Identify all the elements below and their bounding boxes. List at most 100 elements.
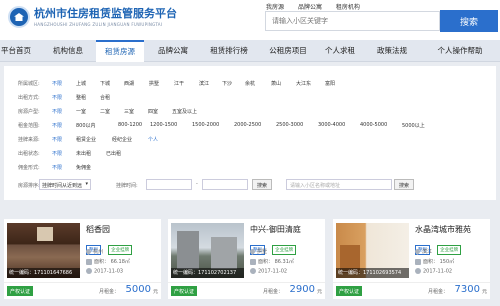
- clock-icon: [86, 268, 92, 274]
- filter-option[interactable]: 五室及以上: [172, 108, 197, 115]
- area-icon: [250, 258, 256, 265]
- listing-footer: 产权认证 月租金： 7300 元: [333, 282, 490, 299]
- listing-card[interactable]: 统一编码：171101647686 稻香园 整租 企业挂牌 杭州 面积： 66.…: [4, 219, 161, 299]
- filter-option[interactable]: 未出租: [76, 150, 91, 157]
- time-search-button[interactable]: 搜索: [252, 179, 273, 190]
- nav-item-policies[interactable]: 政策法规: [370, 40, 414, 62]
- area-icon: [86, 258, 92, 265]
- filter-option[interactable]: 租赁企业: [76, 136, 96, 143]
- filter-option[interactable]: 萧山: [271, 80, 281, 87]
- listing-area: 面积： 66.18㎡: [86, 258, 130, 265]
- filter-option[interactable]: 下沙: [222, 80, 232, 87]
- community-search-input[interactable]: [265, 11, 440, 31]
- filter-option[interactable]: 整租: [76, 94, 86, 101]
- filter-option[interactable]: 不限: [52, 122, 62, 129]
- filter-option[interactable]: 不限: [52, 164, 62, 171]
- keyword-input[interactable]: 请输入小区名称或地址: [286, 179, 392, 190]
- filter-option[interactable]: 滨江: [199, 80, 209, 87]
- listing-card[interactable]: 统一编码：171102693574 水晶湾城市雅苑 整租 企业挂牌 滨江 面积：…: [333, 219, 490, 299]
- listing-footer: 产权认证 月租金： 5000 元: [4, 282, 161, 299]
- top-link-agencies[interactable]: 租房机构: [336, 4, 360, 11]
- start-date-input[interactable]: [146, 179, 192, 190]
- filter-option[interactable]: 2500-3000: [276, 122, 303, 128]
- filter-option[interactable]: 不限: [52, 136, 62, 143]
- date-range-dash: -: [196, 181, 198, 187]
- listing-title[interactable]: 水晶湾城市雅苑: [415, 224, 471, 235]
- filter-label: 出租状态:: [18, 151, 40, 157]
- filter-option[interactable]: 余杭: [245, 80, 255, 87]
- filter-option[interactable]: 2000-2500: [234, 122, 261, 128]
- filter-option[interactable]: 免佣金: [76, 164, 91, 171]
- nav-item-personal-request[interactable]: 个人求租: [318, 40, 362, 62]
- area-text: 面积： 150㎡: [423, 259, 455, 265]
- filter-option[interactable]: 5000以上: [402, 122, 425, 129]
- nav-item-help[interactable]: 个人操作帮助: [420, 40, 500, 62]
- filter-option[interactable]: 800-1200: [118, 122, 142, 128]
- chevron-down-icon: ▾: [85, 181, 88, 187]
- search-button[interactable]: 搜索: [440, 10, 498, 32]
- listing-title[interactable]: 中兴-御田清庭: [250, 224, 301, 235]
- sort-label: 房源排序:: [18, 183, 40, 189]
- nav-item-brand-apartments[interactable]: 品牌公寓: [150, 40, 196, 62]
- filter-option[interactable]: 上城: [76, 80, 86, 87]
- house-logo-icon[interactable]: [8, 6, 30, 28]
- sort-row: 房源排序: 挂牌时间从近到远 ▾ 挂牌时间: - 搜索 请输入小区名称或地址 搜…: [4, 177, 496, 193]
- nav-item-public-housing[interactable]: 公租房项目: [262, 40, 314, 62]
- location-icon: [84, 247, 93, 256]
- filter-option[interactable]: 富阳: [325, 80, 335, 87]
- filter-option[interactable]: 江干: [174, 80, 184, 87]
- filter-option[interactable]: 3000-4000: [318, 122, 345, 128]
- filter-option[interactable]: 已出租: [106, 150, 121, 157]
- filter-option[interactable]: 西湖: [124, 80, 134, 87]
- listing-price: 5000: [125, 284, 151, 295]
- filter-option[interactable]: 四室: [148, 108, 158, 115]
- keyword-search-button[interactable]: 搜索: [394, 179, 415, 190]
- filter-option[interactable]: 不限: [52, 108, 62, 115]
- filter-panel: 所属城区: 不限 上城 下城 西湖 拱墅 江干 滨江 下沙 余杭 萧山 大江东 …: [4, 66, 496, 200]
- filter-option[interactable]: 不限: [52, 150, 62, 157]
- listing-date: 2017-11-02: [415, 268, 452, 275]
- site-header: 杭州市住房租赁监管服务平台 HANGZHOUSHI ZHUFANG ZULIN …: [0, 0, 500, 40]
- listing-price: 7300: [454, 284, 480, 295]
- top-link-brand-apartments[interactable]: 品牌公寓: [298, 4, 322, 11]
- nav-item-rankings[interactable]: 租赁排行榜: [200, 40, 258, 62]
- listing-location: 杭州: [84, 247, 103, 256]
- location-text: 滨江: [422, 249, 433, 255]
- filter-option[interactable]: 二室: [100, 108, 110, 115]
- filter-option[interactable]: 三室: [124, 108, 134, 115]
- sort-select[interactable]: 挂牌时间从近到远 ▾: [39, 179, 91, 190]
- filter-option[interactable]: 不限: [52, 80, 62, 87]
- filter-option[interactable]: 4000-5000: [360, 122, 387, 128]
- location-icon: [413, 247, 422, 256]
- main-nav: 平台首页 机构信息 租赁房源 品牌公寓 租赁排行榜 公租房项目 个人求租 政策法…: [0, 40, 500, 62]
- location-text: 拱墅: [257, 249, 268, 255]
- listing-date: 2017-11-03: [86, 268, 123, 275]
- price-label: 月租金：: [427, 289, 448, 295]
- clock-icon: [415, 268, 421, 274]
- filter-option[interactable]: 个人: [148, 136, 158, 143]
- site-title[interactable]: 杭州市住房租赁监管服务平台: [34, 5, 177, 21]
- nav-item-rental-listings[interactable]: 租赁房源: [96, 40, 144, 62]
- price-unit: 元: [481, 289, 487, 295]
- end-date-input[interactable]: [202, 179, 248, 190]
- top-link-my-listings[interactable]: 我房源: [266, 4, 284, 11]
- nav-item-agencies[interactable]: 机构信息: [44, 40, 92, 62]
- filter-option[interactable]: 合租: [100, 94, 110, 101]
- filter-option[interactable]: 下城: [100, 80, 110, 87]
- listing-footer: 产权认证 月租金： 2900 元: [168, 282, 325, 299]
- listing-code: 统一编码：171102702137: [171, 268, 244, 278]
- listing-code: 统一编码：171101647686: [7, 268, 80, 278]
- listing-title[interactable]: 稻香园: [86, 224, 110, 235]
- filter-option[interactable]: 拱墅: [149, 80, 159, 87]
- sort-select-value: 挂牌时间从近到远: [42, 183, 83, 189]
- nav-item-home[interactable]: 平台首页: [0, 40, 32, 62]
- filter-option[interactable]: 经纪企业: [112, 136, 132, 143]
- listing-card[interactable]: 统一编码：171102702137 中兴-御田清庭 整租 企业挂牌 拱墅 面积：…: [168, 219, 325, 299]
- filter-option[interactable]: 1200-1500: [150, 122, 177, 128]
- filter-option[interactable]: 1500-2000: [192, 122, 219, 128]
- site-subtitle: HANGZHOUSHI ZHUFANG ZULIN JIANGUAN FUWUP…: [34, 22, 163, 27]
- filter-option[interactable]: 一室: [76, 108, 86, 115]
- filter-option[interactable]: 不限: [52, 94, 62, 101]
- filter-option[interactable]: 800以内: [76, 122, 96, 129]
- filter-option[interactable]: 大江东: [296, 80, 311, 87]
